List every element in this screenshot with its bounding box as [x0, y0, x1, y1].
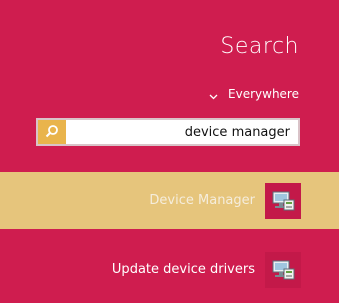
search-scope-label: Everywhere — [228, 87, 299, 101]
panel-title: Search — [220, 34, 299, 59]
search-scope-dropdown[interactable]: Everywhere — [209, 84, 299, 104]
search-results-list: Device Manager Update device drivers — [0, 172, 339, 298]
search-box — [36, 118, 300, 146]
chevron-down-icon — [209, 90, 218, 99]
device-manager-icon — [265, 182, 301, 219]
result-update-device-drivers[interactable]: Update device drivers — [0, 241, 339, 298]
result-label: Update device drivers — [111, 262, 255, 277]
result-device-manager[interactable]: Device Manager — [0, 172, 339, 229]
search-input[interactable] — [66, 124, 298, 140]
search-button[interactable] — [38, 120, 66, 144]
search-icon — [45, 123, 59, 142]
result-label: Device Manager — [149, 193, 255, 208]
device-manager-icon — [265, 251, 301, 288]
